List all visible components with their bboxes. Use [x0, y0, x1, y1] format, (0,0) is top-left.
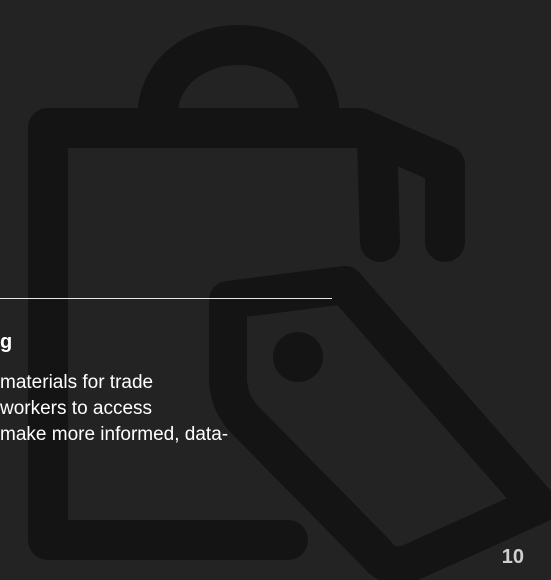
body-text: materials for trade workers to access ma…: [0, 370, 228, 448]
page-number: 10: [501, 546, 524, 568]
body-line: materials for trade: [0, 372, 154, 393]
body-line: make more informed, data-: [0, 424, 229, 445]
body-line: workers to access: [0, 398, 153, 419]
shopping-bag-tag-icon: [28, 25, 551, 580]
divider-line: [0, 298, 332, 299]
slide: g materials for trade workers to access …: [0, 0, 551, 580]
section-heading: g: [0, 331, 13, 353]
